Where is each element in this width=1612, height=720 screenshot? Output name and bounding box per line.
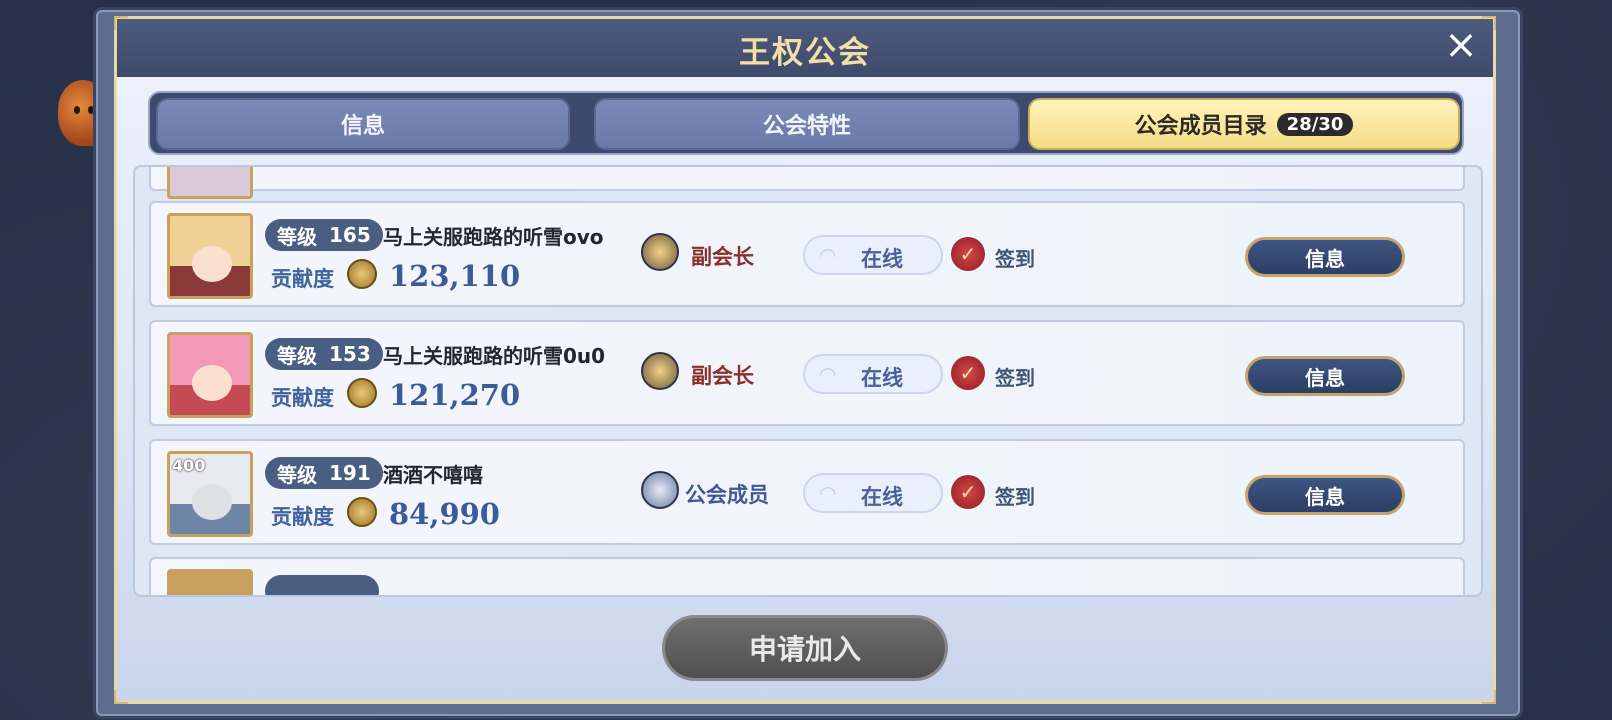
dialog-title: 王权公会 <box>739 35 871 71</box>
member-info-button[interactable]: 信息 <box>1245 237 1405 277</box>
member-info-button[interactable]: 信息 <box>1245 356 1405 396</box>
contribution-coin-icon <box>347 259 377 289</box>
level-badge: 等级 191 <box>265 457 383 489</box>
status-text: 在线 <box>861 485 903 509</box>
avatar[interactable] <box>167 213 253 299</box>
online-status: ◠ 在线 <box>803 473 943 513</box>
level-label: 等级 <box>277 224 317 249</box>
tab-member-list[interactable]: 公会成员目录 28/30 <box>1028 98 1460 150</box>
avatar <box>167 167 253 199</box>
signin-check-icon: ✓ <box>951 237 985 271</box>
rank-label: 副会长 <box>691 245 754 269</box>
member-list[interactable]: 等级 165 马上关服跑路的听雪ovo 贡献度 123,110 副会长 ◠ 在线… <box>133 165 1483 597</box>
contribution-value: 121,270 <box>389 378 521 412</box>
signin-label: 签到 <box>995 485 1035 509</box>
corner-ornament <box>114 690 128 704</box>
level-label: 等级 <box>277 462 317 487</box>
member-count-badge: 28/30 <box>1276 112 1354 136</box>
level-value: 153 <box>329 342 371 366</box>
level-label: 等级 <box>277 343 317 368</box>
wifi-icon: ◠ <box>819 481 837 505</box>
status-text: 在线 <box>861 247 903 271</box>
wifi-icon: ◠ <box>819 362 837 386</box>
level-badge: 等级 165 <box>265 219 383 251</box>
avatar[interactable] <box>167 332 253 418</box>
tab-label: 公会成员目录 <box>1134 114 1267 139</box>
level-value: 165 <box>329 223 371 247</box>
contribution-value: 123,110 <box>389 259 521 293</box>
contribution-value: 84,990 <box>389 497 500 531</box>
signin-check-icon: ✓ <box>951 356 985 390</box>
corner-ornament <box>1482 690 1496 704</box>
contribution-coin-icon <box>347 497 377 527</box>
contribution-label: 贡献度 <box>271 386 334 410</box>
rank-label: 副会长 <box>691 364 754 388</box>
member-name: 马上关服跑路的听雪0u0 <box>383 344 606 368</box>
apply-join-button[interactable]: 申请加入 <box>662 615 948 681</box>
online-status: ◠ 在线 <box>803 235 943 275</box>
avatar-tag: 400 <box>172 456 206 475</box>
vice-leader-badge-icon <box>641 352 679 390</box>
list-item: 等级 165 马上关服跑路的听雪ovo 贡献度 123,110 副会长 ◠ 在线… <box>149 201 1465 307</box>
list-item: 400 等级 191 酒酒不嘻嘻 贡献度 84,990 公会成员 ◠ 在线 ✓ … <box>149 439 1465 545</box>
signin-label: 签到 <box>995 366 1035 390</box>
member-badge-icon <box>641 471 679 509</box>
signin-check-icon: ✓ <box>951 475 985 509</box>
status-text: 在线 <box>861 366 903 390</box>
wifi-icon: ◠ <box>819 243 837 267</box>
tab-label: 信息 <box>340 114 385 139</box>
tab-guild-traits[interactable]: 公会特性 <box>594 98 1020 150</box>
online-status: ◠ 在线 <box>803 354 943 394</box>
level-value: 191 <box>329 461 371 485</box>
vice-leader-badge-icon <box>641 233 679 271</box>
list-item <box>149 557 1465 595</box>
tab-label: 公会特性 <box>762 114 851 139</box>
list-item: 等级 153 马上关服跑路的听雪0u0 贡献度 121,270 副会长 ◠ 在线… <box>149 320 1465 426</box>
contribution-coin-icon <box>347 378 377 408</box>
level-badge: 等级 153 <box>265 338 383 370</box>
contribution-label: 贡献度 <box>271 267 334 291</box>
title-bar: 王权公会 <box>117 19 1493 77</box>
rank-label: 公会成员 <box>685 483 769 507</box>
avatar[interactable]: 400 <box>167 451 253 537</box>
avatar <box>167 569 253 595</box>
contribution-label: 贡献度 <box>271 505 334 529</box>
member-name: 马上关服跑路的听雪ovo <box>383 225 604 249</box>
level-badge <box>265 575 379 595</box>
close-icon[interactable]: × <box>1440 24 1482 66</box>
tab-info[interactable]: 信息 <box>156 98 570 150</box>
signin-label: 签到 <box>995 247 1035 271</box>
member-info-button[interactable]: 信息 <box>1245 475 1405 515</box>
list-item <box>149 167 1465 199</box>
member-name: 酒酒不嘻嘻 <box>383 463 483 487</box>
